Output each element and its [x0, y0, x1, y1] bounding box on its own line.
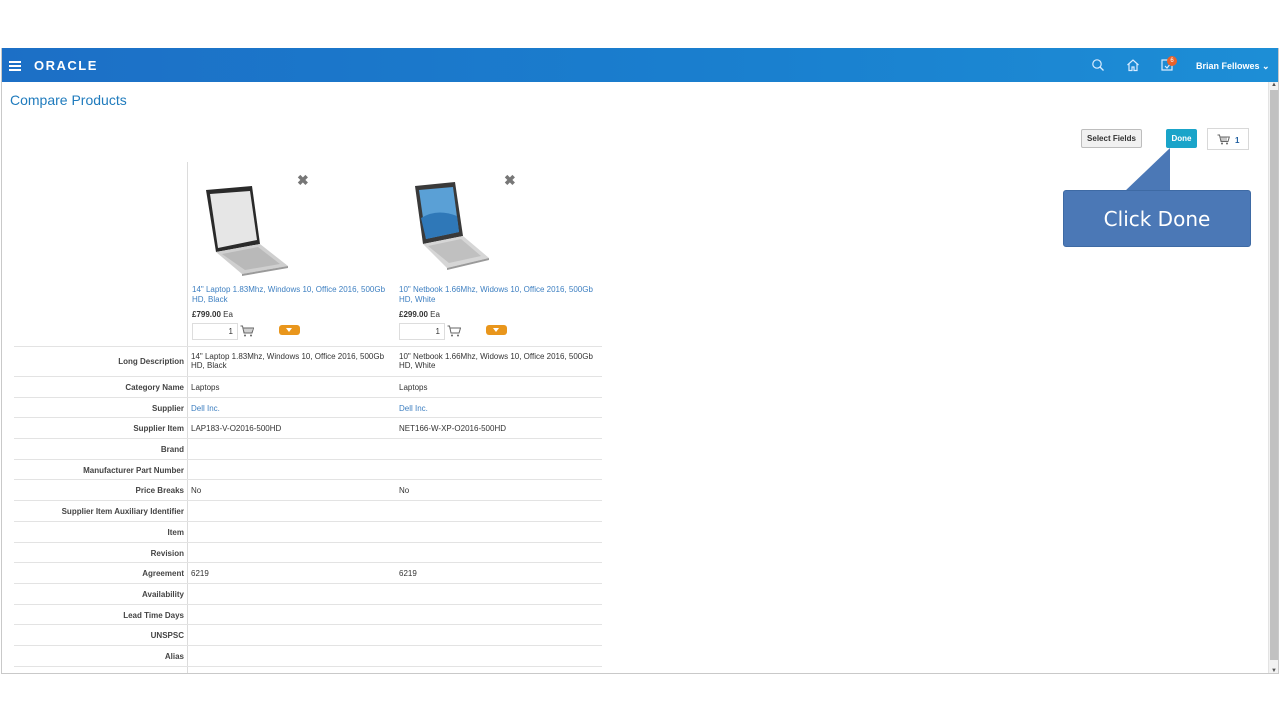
price-value: £299.00	[399, 310, 428, 319]
product-actions-dropdown[interactable]	[279, 325, 300, 335]
laptop-image[interactable]	[200, 178, 290, 278]
home-icon[interactable]	[1125, 57, 1141, 73]
select-fields-button[interactable]: Select Fields	[1081, 129, 1142, 148]
row-label: Item	[167, 527, 184, 537]
row-value: LAP183-V-O2016-500HD	[191, 424, 282, 434]
unit-of-measure: Ea	[430, 310, 440, 319]
supplier-link[interactable]: Dell Inc.	[191, 404, 387, 413]
user-name: Brian Fellowes	[1196, 61, 1260, 71]
app-window: ORACLE 6 Brian Fellowes ⌄ Compare Produc…	[1, 48, 1279, 674]
table-row: Lead Time Days	[14, 603, 602, 625]
table-row	[14, 665, 602, 673]
page-title: Compare Products	[10, 92, 127, 108]
unit-of-measure: Ea	[223, 310, 233, 319]
row-label: Supplier Item Auxiliary Identifier	[61, 507, 184, 517]
row-label: Long Description	[118, 357, 184, 366]
done-button[interactable]: Done	[1166, 129, 1197, 148]
scroll-down-icon[interactable]: ▼	[1271, 668, 1277, 673]
row-label: Agreement	[142, 569, 184, 579]
netbook-image[interactable]	[407, 178, 497, 278]
product-price: £299.00 Ea	[399, 310, 440, 319]
table-row: Brand	[14, 438, 602, 459]
row-label: Revision	[150, 548, 184, 558]
row-value: 6219	[399, 569, 417, 579]
scroll-up-icon[interactable]: ▲	[1271, 82, 1277, 88]
row-value: 14" Laptop 1.83Mhz, Windows 10, Office 2…	[191, 352, 385, 370]
product-price: £799.00 Ea	[192, 310, 233, 319]
vertical-scrollbar[interactable]: ▲ ▼	[1268, 82, 1278, 673]
row-value: 6219	[191, 569, 209, 579]
quantity-input[interactable]: 1	[399, 323, 445, 340]
oracle-logo: ORACLE	[34, 58, 98, 73]
cart-icon	[1217, 134, 1230, 145]
row-value: No	[399, 486, 410, 496]
table-row: Supplier Item Auxiliary Identifier	[14, 500, 602, 521]
cart-count: 1	[1235, 136, 1240, 145]
row-value: 10" Netbook 1.66Mhz, Widows 10, Office 2…	[399, 352, 593, 370]
add-to-cart-icon[interactable]	[240, 325, 254, 337]
table-row: Availability	[14, 582, 602, 604]
chevron-down-icon: ⌄	[1262, 61, 1270, 71]
comparison-table: Long Description 14" Laptop 1.83Mhz, Win…	[14, 346, 602, 673]
product-actions-dropdown[interactable]	[486, 325, 507, 335]
row-label: Lead Time Days	[123, 610, 184, 620]
top-navigation-bar: ORACLE 6 Brian Fellowes ⌄	[2, 48, 1278, 82]
row-label: Supplier Item	[133, 424, 184, 434]
table-row: Manufacturer Part Number	[14, 458, 602, 480]
table-row: Long Description 14" Laptop 1.83Mhz, Win…	[14, 346, 602, 376]
table-row: Revision	[14, 541, 602, 563]
table-row: Price Breaks No No	[14, 479, 602, 500]
remove-product-icon[interactable]: ✖	[297, 172, 309, 189]
row-value: Laptops	[399, 383, 428, 392]
product-name-link[interactable]: 10" Netbook 1.66Mhz, Widows 10, Office 2…	[399, 285, 595, 305]
scrollbar-thumb[interactable]	[1270, 90, 1278, 660]
add-to-cart-icon[interactable]	[447, 325, 461, 337]
table-row: Supplier Item LAP183-V-O2016-500HD NET16…	[14, 417, 602, 438]
notification-count-badge: 6	[1167, 56, 1177, 66]
table-row: Agreement 6219 6219	[14, 562, 602, 583]
price-value: £799.00	[192, 310, 221, 319]
row-label: Brand	[160, 445, 184, 455]
table-row: UNSPSC	[14, 624, 602, 645]
row-label: Availability	[142, 589, 184, 599]
tutorial-callout: Click Done	[1063, 190, 1251, 247]
remove-product-icon[interactable]: ✖	[504, 172, 516, 189]
product-name-link[interactable]: 14" Laptop 1.83Mhz, Windows 10, Office 2…	[192, 285, 388, 305]
row-label: Category Name	[125, 383, 184, 392]
row-label: Supplier	[151, 403, 184, 413]
row-label: Price Breaks	[135, 486, 184, 496]
cart-button[interactable]: 1	[1207, 128, 1249, 150]
table-row: Supplier Dell Inc. Dell Inc.	[14, 396, 602, 418]
table-row: Item	[14, 520, 602, 542]
row-value: Laptops	[191, 383, 220, 392]
callout-pointer	[1124, 148, 1170, 192]
row-value: NET166-W-XP-O2016-500HD	[399, 424, 507, 434]
row-label: Alias	[164, 651, 184, 661]
menu-icon[interactable]	[9, 61, 21, 71]
table-row: Alias	[14, 644, 602, 666]
table-row: Category Name Laptops Laptops	[14, 376, 602, 397]
user-menu[interactable]: Brian Fellowes ⌄	[1196, 61, 1270, 72]
supplier-link[interactable]: Dell Inc.	[399, 404, 599, 413]
row-label: Manufacturer Part Number	[83, 465, 184, 475]
quantity-input[interactable]: 1	[192, 323, 238, 340]
row-value: No	[191, 486, 202, 496]
search-icon[interactable]	[1090, 57, 1106, 73]
row-label: UNSPSC	[150, 631, 184, 641]
